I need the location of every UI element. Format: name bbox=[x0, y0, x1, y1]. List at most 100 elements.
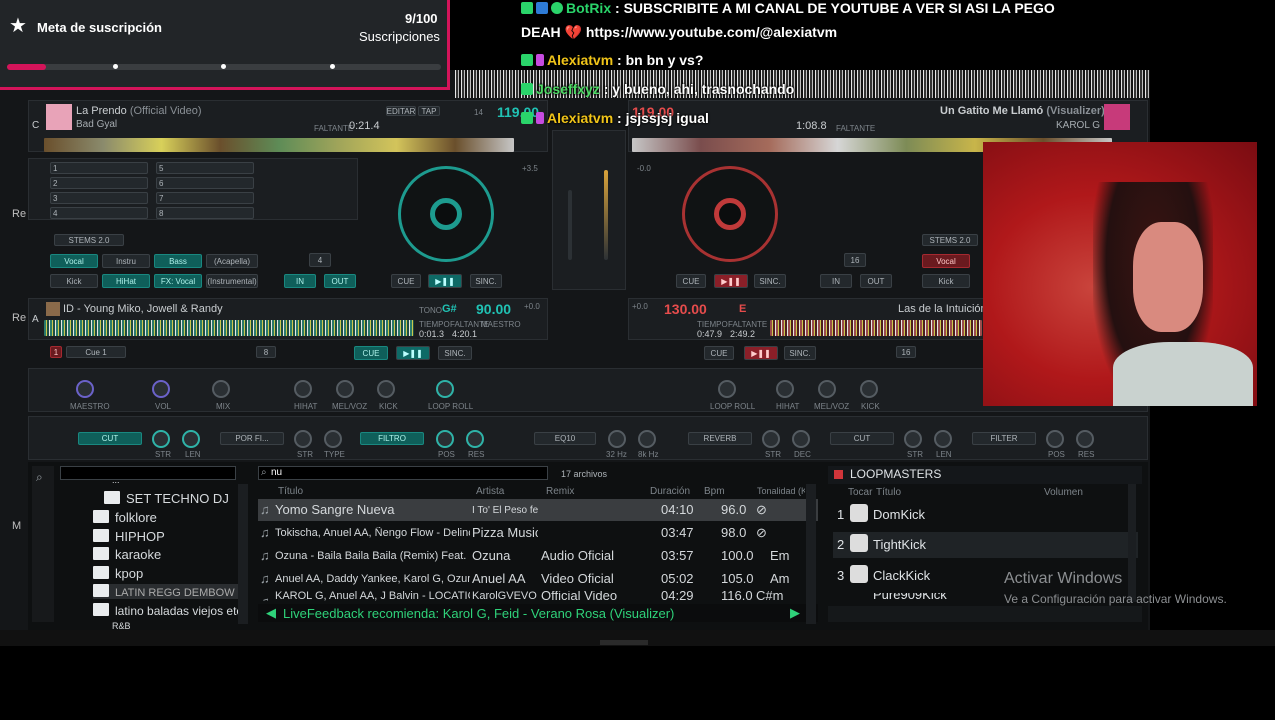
hotcue-3[interactable]: 3 bbox=[50, 192, 148, 204]
eq-low-knob[interactable] bbox=[608, 430, 626, 448]
eq-high-knob[interactable] bbox=[638, 430, 656, 448]
fx-filter-select[interactable]: FILTER bbox=[972, 432, 1036, 445]
cue-button-a[interactable]: CUE bbox=[354, 346, 388, 360]
scrollbar-thumb[interactable] bbox=[600, 640, 648, 645]
loop-out-left[interactable]: OUT bbox=[324, 274, 356, 288]
fx-filtro-select[interactable]: FILTRO bbox=[360, 432, 424, 445]
melvoz-knob[interactable] bbox=[336, 380, 354, 398]
str-knob-3[interactable] bbox=[762, 430, 780, 448]
kick-knob[interactable] bbox=[377, 380, 395, 398]
cue-button-right[interactable]: CUE bbox=[676, 274, 706, 288]
hotcue-5[interactable]: 5 bbox=[156, 162, 254, 174]
stems-selector-right[interactable]: STEMS 2.0 bbox=[922, 234, 978, 246]
cue-button-left[interactable]: CUE bbox=[391, 274, 421, 288]
str-knob-4[interactable] bbox=[904, 430, 922, 448]
stem-instru[interactable]: Instru bbox=[102, 254, 150, 268]
loop-value-right[interactable]: 16 bbox=[844, 253, 866, 267]
loop-in-right[interactable]: IN bbox=[820, 274, 852, 288]
sample-scrollbar[interactable] bbox=[1128, 484, 1136, 602]
drum-icon[interactable] bbox=[850, 504, 868, 522]
sync-button-right[interactable]: SINC. bbox=[754, 274, 786, 288]
folder-scrollbar[interactable] bbox=[238, 484, 248, 624]
loop-value-a[interactable]: 8 bbox=[256, 346, 276, 358]
table-row[interactable]: ♫ Ozuna - Baila Baila Baila (Remix) Feat… bbox=[258, 545, 818, 567]
res-knob[interactable] bbox=[466, 430, 484, 448]
hotcue-6[interactable]: 6 bbox=[156, 177, 254, 189]
folder-item[interactable]: kpop bbox=[93, 566, 143, 581]
loop-value-left[interactable]: 4 bbox=[309, 253, 331, 267]
fx-porfi-select[interactable]: POR FI... bbox=[220, 432, 284, 445]
folder-item[interactable]: HIPHOP bbox=[93, 529, 165, 544]
play-button-right[interactable]: ▶❚❚ bbox=[714, 274, 748, 288]
col-title[interactable]: Título bbox=[278, 486, 303, 497]
pos-knob-right[interactable] bbox=[1046, 430, 1064, 448]
drum-icon[interactable] bbox=[850, 565, 868, 583]
sampler-toolbar[interactable] bbox=[828, 606, 1142, 622]
loop-value-b[interactable]: 16 bbox=[896, 346, 916, 358]
str-knob[interactable] bbox=[152, 430, 170, 448]
loop-out-right[interactable]: OUT bbox=[860, 274, 892, 288]
cue-selector[interactable]: Cue 1 bbox=[66, 346, 126, 358]
folder-item[interactable]: latino baladas viejos etc bbox=[93, 603, 238, 618]
col-key[interactable]: Tonalidad (Key bbox=[757, 486, 805, 496]
play-button-a[interactable]: ▶❚❚ bbox=[396, 346, 430, 360]
fx-cut-select-right[interactable]: CUT bbox=[830, 432, 894, 445]
col-duration[interactable]: Duración bbox=[650, 486, 690, 497]
folder-item[interactable]: SET TECHNO DJ bbox=[104, 491, 229, 506]
recommendation-bar[interactable]: ◀ LiveFeedback recomienda: Karol G, Feid… bbox=[258, 604, 818, 622]
loop-in-left[interactable]: IN bbox=[284, 274, 316, 288]
stem-vocal-right[interactable]: Vocal bbox=[922, 254, 970, 268]
cue-marker[interactable]: 1 bbox=[50, 346, 62, 358]
sample-row[interactable]: 1 DomKick bbox=[833, 502, 1138, 528]
folder-item[interactable]: ... bbox=[112, 475, 120, 485]
sync-button-b[interactable]: SINC. bbox=[784, 346, 816, 360]
fx-reverb-select[interactable]: REVERB bbox=[688, 432, 752, 445]
cue-button-b[interactable]: CUE bbox=[704, 346, 734, 360]
fx-cut-select[interactable]: CUT bbox=[78, 432, 142, 445]
vol-knob[interactable] bbox=[152, 380, 170, 398]
stem-bass[interactable]: Bass bbox=[154, 254, 202, 268]
table-row[interactable]: ♫ Tokischa, Anuel AA, Ñengo Flow - Delin… bbox=[258, 522, 818, 544]
col-artist[interactable]: Artista bbox=[476, 486, 504, 497]
col-bpm[interactable]: Bpm bbox=[704, 486, 725, 497]
arrow-left-icon[interactable]: ◀ bbox=[266, 605, 276, 621]
len-knob[interactable] bbox=[182, 430, 200, 448]
stem-instrumental[interactable]: (Instrumental) bbox=[206, 274, 258, 288]
dec-knob[interactable] bbox=[792, 430, 810, 448]
col-remix[interactable]: Remix bbox=[546, 486, 574, 497]
file-scrollbar[interactable] bbox=[806, 484, 816, 624]
len-knob-right[interactable] bbox=[934, 430, 952, 448]
stem-vocal[interactable]: Vocal bbox=[50, 254, 98, 268]
melvoz-knob-right[interactable] bbox=[818, 380, 836, 398]
loop-roll-knob-right[interactable] bbox=[718, 380, 736, 398]
stem-kick[interactable]: Kick bbox=[50, 274, 98, 288]
arrow-right-icon[interactable]: ▶ bbox=[790, 605, 800, 621]
sync-button-left[interactable]: SINC. bbox=[470, 274, 502, 288]
folder-search-input[interactable] bbox=[60, 466, 236, 480]
edit-button[interactable]: EDITAR bbox=[386, 106, 416, 116]
hotcue-4[interactable]: 4 bbox=[50, 207, 148, 219]
folder-item[interactable]: folklore bbox=[93, 510, 157, 525]
file-search-input[interactable]: ⌕ nu bbox=[258, 466, 548, 480]
table-row[interactable]: ♫ KAROL G, Anuel AA, J Balvin - LOCATION… bbox=[258, 591, 818, 601]
type-knob[interactable] bbox=[324, 430, 342, 448]
stem-hihat[interactable]: HiHat bbox=[102, 274, 150, 288]
gain-fader-left[interactable] bbox=[568, 190, 572, 260]
kick-knob-right[interactable] bbox=[860, 380, 878, 398]
folder-item[interactable]: R&B bbox=[112, 621, 131, 630]
sync-button-a[interactable]: SINC. bbox=[438, 346, 472, 360]
master-knob[interactable] bbox=[76, 380, 94, 398]
hotcue-8[interactable]: 8 bbox=[156, 207, 254, 219]
drum-icon[interactable] bbox=[850, 534, 868, 552]
hotcue-2[interactable]: 2 bbox=[50, 177, 148, 189]
search-icon[interactable]: ⌕ bbox=[36, 470, 50, 484]
folder-item-selected[interactable]: LATIN REGG DEMBOW BR AF bbox=[93, 584, 238, 599]
str-knob-2[interactable] bbox=[294, 430, 312, 448]
stem-acapella[interactable]: (Acapella) bbox=[206, 254, 258, 268]
table-row[interactable]: ♫ Anuel AA, Daddy Yankee, Karol G, Ozuna… bbox=[258, 568, 818, 590]
sample-row[interactable]: 2 TightKick bbox=[833, 532, 1138, 558]
eq-select[interactable]: EQ10 bbox=[534, 432, 596, 445]
stem-kick-right[interactable]: Kick bbox=[922, 274, 970, 288]
mix-knob[interactable] bbox=[212, 380, 230, 398]
res-knob-right[interactable] bbox=[1076, 430, 1094, 448]
